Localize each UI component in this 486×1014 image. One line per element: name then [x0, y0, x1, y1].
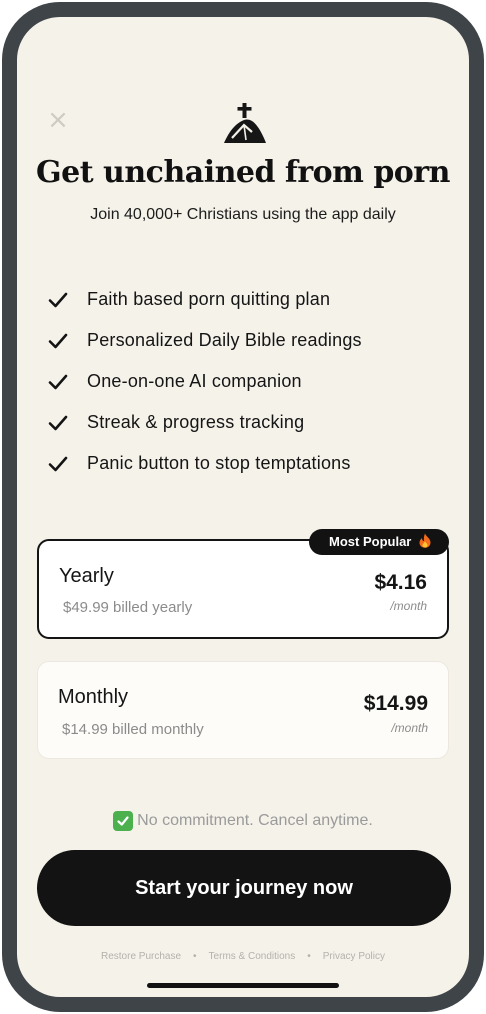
plan-billing-text: $49.99 billed yearly	[63, 599, 193, 616]
feature-item: Faith based porn quitting plan	[47, 279, 362, 320]
checkmark-icon	[48, 374, 68, 389]
feature-item: One-on-one AI companion	[47, 361, 362, 402]
plan-yearly-option[interactable]: Most Popular Yearly $49.99 billed yearly…	[37, 529, 449, 639]
page-subtitle: Join 40,000+ Christians using the app da…	[90, 206, 396, 223]
plan-price-unit: /month	[390, 599, 427, 613]
footer-separator: •	[193, 951, 197, 962]
home-indicator	[147, 983, 339, 988]
privacy-policy-link[interactable]: Privacy Policy	[323, 951, 385, 962]
feature-label: Faith based porn quitting plan	[87, 289, 331, 309]
plan-price: $14.99	[363, 692, 428, 715]
plan-price-unit: /month	[391, 721, 428, 735]
feature-item: Streak & progress tracking	[47, 402, 362, 443]
feature-item: Personalized Daily Bible readings	[47, 320, 362, 361]
phone-frame: × Get unchained from porn Join 40,000+ C…	[2, 2, 484, 1012]
checkmark-icon	[48, 333, 68, 348]
feature-list: Faith based porn quitting plan Personali…	[47, 279, 362, 484]
plan-name: Monthly	[58, 686, 129, 708]
checkmark-icon	[48, 292, 68, 307]
restore-purchase-link[interactable]: Restore Purchase	[101, 951, 181, 962]
cross-on-hill-icon	[224, 103, 266, 143]
plan-monthly-option[interactable]: Monthly $14.99 billed monthly $14.99 /mo…	[37, 661, 449, 759]
feature-label: Panic button to stop temptations	[87, 453, 351, 473]
plan-name: Yearly	[59, 565, 114, 587]
most-popular-badge: Most Popular	[309, 529, 449, 555]
fire-icon	[419, 533, 431, 548]
commitment-text: No commitment. Cancel anytime.	[137, 812, 373, 829]
green-checkbox-icon	[113, 811, 134, 831]
commitment-note: No commitment. Cancel anytime.	[17, 811, 469, 831]
close-icon[interactable]: ×	[45, 107, 71, 133]
feature-item: Panic button to stop temptations	[47, 443, 362, 484]
page-title: Get unchained from porn	[36, 155, 450, 190]
footer-links: Restore Purchase • Terms & Conditions • …	[17, 951, 469, 962]
checkmark-icon	[48, 415, 68, 430]
start-journey-button[interactable]: Start your journey now	[37, 850, 451, 926]
terms-link[interactable]: Terms & Conditions	[209, 951, 296, 962]
feature-label: One-on-one AI companion	[87, 371, 302, 391]
feature-label: Personalized Daily Bible readings	[87, 330, 362, 350]
footer-separator: •	[307, 951, 311, 962]
feature-label: Streak & progress tracking	[87, 412, 305, 432]
plan-billing-text: $14.99 billed monthly	[62, 721, 204, 738]
paywall-screen: × Get unchained from porn Join 40,000+ C…	[17, 17, 469, 997]
badge-label: Most Popular	[329, 534, 412, 549]
checkmark-icon	[48, 456, 68, 471]
plan-price: $4.16	[374, 571, 427, 594]
